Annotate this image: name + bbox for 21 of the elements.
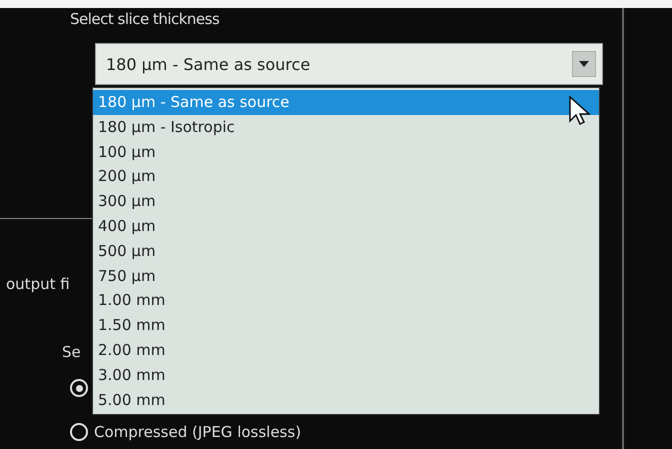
radio-button[interactable] [70, 423, 88, 441]
output-label: output fi [5, 275, 71, 293]
dropdown-option[interactable]: 5.00 mm [93, 388, 599, 412]
dropdown-option[interactable]: 3.00 mm [93, 362, 599, 388]
dropdown-option[interactable]: 400 µm [93, 214, 599, 239]
radio-label: Compressed (JPEG lossless) [94, 423, 302, 441]
radio-button[interactable] [70, 379, 88, 397]
dropdown-option[interactable]: 1.00 mm [93, 288, 599, 314]
dropdown-option[interactable]: 750 µm [93, 264, 599, 288]
dropdown-option[interactable]: 500 µm [93, 238, 599, 264]
dropdown-option[interactable]: 180 µm - Same as source [93, 90, 599, 115]
section-label: Select slice thickness [70, 10, 220, 28]
section-label: Se [61, 343, 82, 361]
thickness-dropdown[interactable]: 180 µm - Same as source [95, 43, 603, 85]
dropdown-option[interactable]: 1.50 mm [93, 313, 599, 338]
dropdown-option[interactable]: 2.00 mm [93, 338, 599, 363]
dropdown-option[interactable]: 180 µm - Isotropic [93, 114, 599, 140]
dropdown-option[interactable]: 100 µm [93, 140, 599, 164]
dropdown-option[interactable]: 200 µm [93, 164, 599, 190]
cursor-icon [569, 96, 591, 126]
dropdown-option[interactable]: 300 µm [93, 189, 599, 214]
